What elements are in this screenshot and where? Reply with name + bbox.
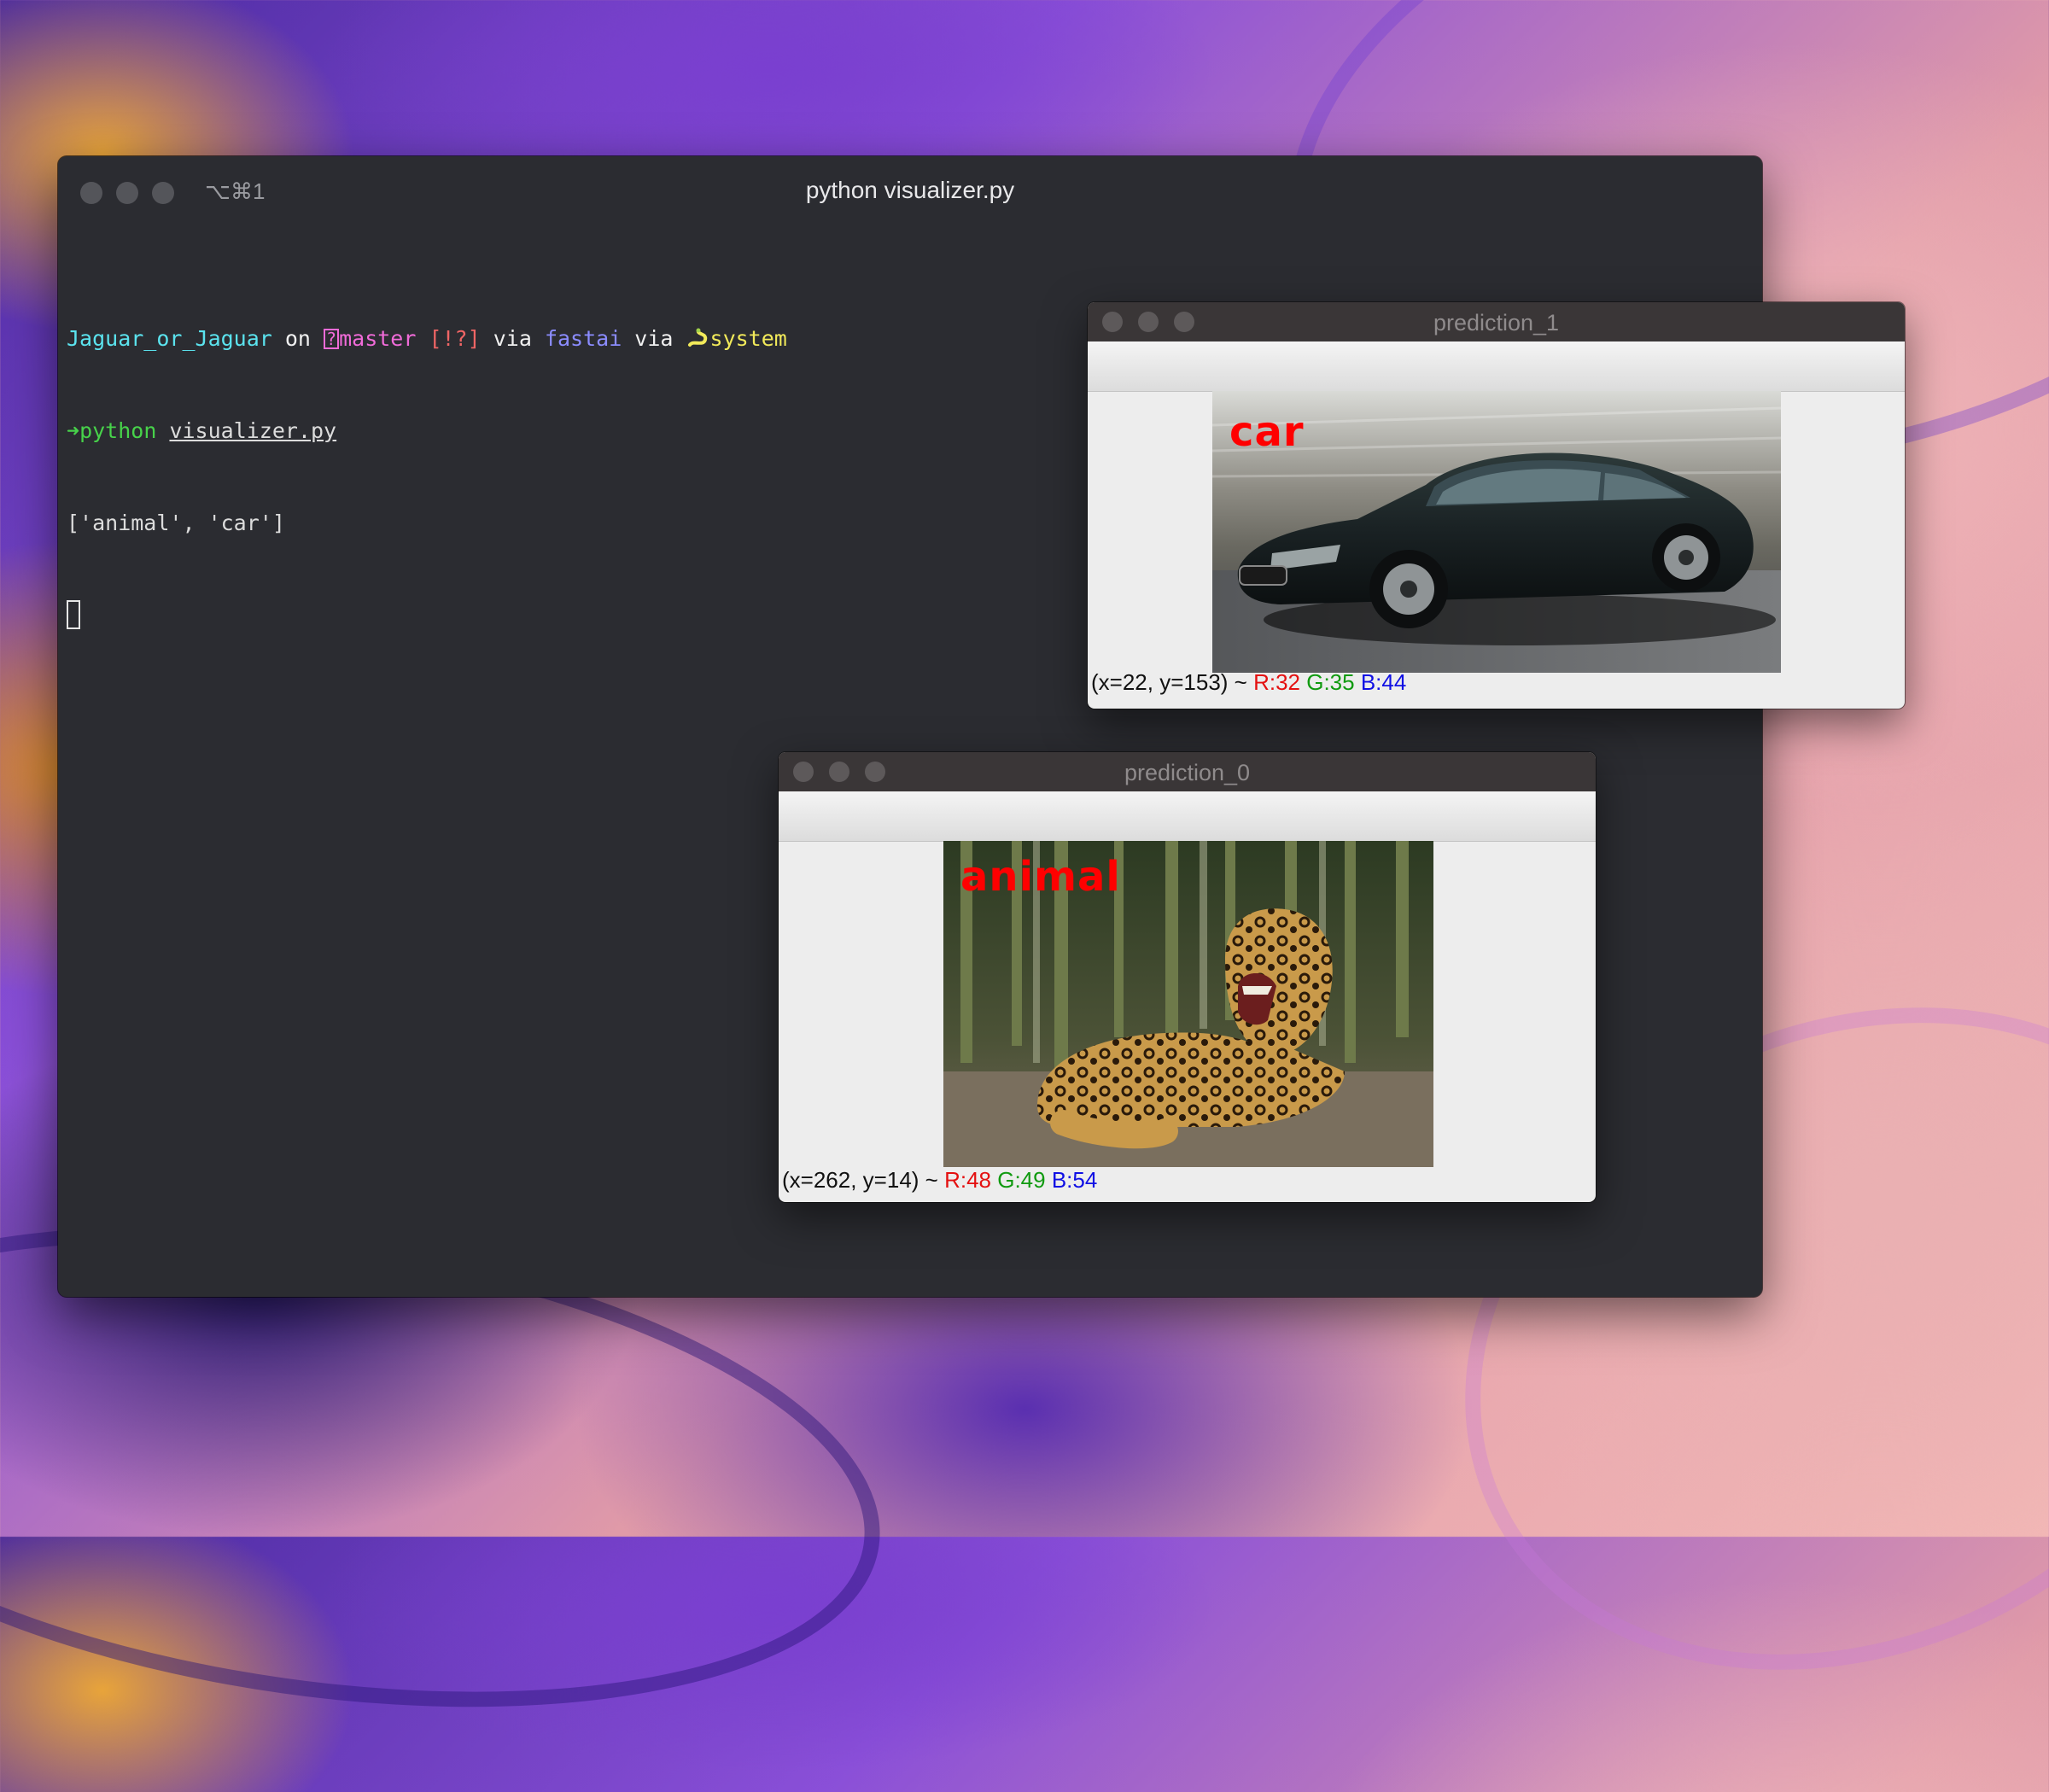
command-argument: visualizer.py [169,418,337,443]
terminal-cursor [67,600,80,629]
window-toolbar [779,791,1596,842]
prediction-label: animal [960,853,1121,901]
prediction-window-car[interactable]: prediction_1 car (x=22, y=153) ~ R:32 G:… [1088,302,1905,709]
pixel-info-status: (x=22, y=153) ~ R:32 G:35 B:44 [1091,669,1406,696]
terminal-title: python visualizer.py [805,177,1015,203]
terminal-output[interactable]: Jaguar_or_Jaguar on ? master [!?] via fas… [67,262,787,694]
prompt-directory: Jaguar_or_Jaguar [67,326,272,351]
prompt-on: on [271,326,324,351]
prompt-line: Jaguar_or_Jaguar on ? master [!?] via fas… [67,324,787,354]
cursor-coordinates: (x=262, y=14) ~ [782,1167,945,1193]
cursor-line [67,600,787,633]
blue-value: B:44 [1360,669,1407,695]
window-title: prediction_0 [1124,760,1251,785]
git-branch: master [339,326,417,351]
red-value: R:48 [944,1167,991,1193]
conda-env: fastai [544,326,622,351]
prompt-via: via [480,326,545,351]
command-name: python [79,418,157,443]
cursor-coordinates: (x=22, y=153) ~ [1091,669,1254,695]
script-output: ['animal', 'car'] [67,511,285,535]
git-status: [!?] [416,326,481,351]
car-image[interactable]: car [1212,391,1781,673]
jaguar-image[interactable]: animal [943,841,1433,1167]
git-icon: ? [324,329,340,349]
blue-value: B:54 [1051,1167,1098,1193]
prediction-label: car [1229,408,1305,456]
red-value: R:32 [1253,669,1300,695]
python-version: system [709,326,787,351]
pixel-info-status: (x=262, y=14) ~ R:48 G:49 B:54 [782,1167,1097,1194]
window-titlebar[interactable]: prediction_1 [1088,302,1905,341]
window-titlebar[interactable]: prediction_0 [779,752,1596,791]
terminal-titlebar[interactable]: ⌥⌘1 python visualizer.py [58,156,1762,228]
green-value: G:35 [1306,669,1355,695]
python-snake-icon [687,328,707,347]
window-title: prediction_1 [1433,310,1560,336]
prediction-window-animal[interactable]: prediction_0 animal (x=262, y=14) ~ R:48… [779,752,1596,1202]
window-toolbar [1088,341,1905,392]
prompt-arrow-icon: ➜ [67,418,80,443]
command-line: ➜python visualizer.py [67,416,787,447]
prompt-via: via [622,326,686,351]
green-value: G:49 [997,1167,1046,1193]
